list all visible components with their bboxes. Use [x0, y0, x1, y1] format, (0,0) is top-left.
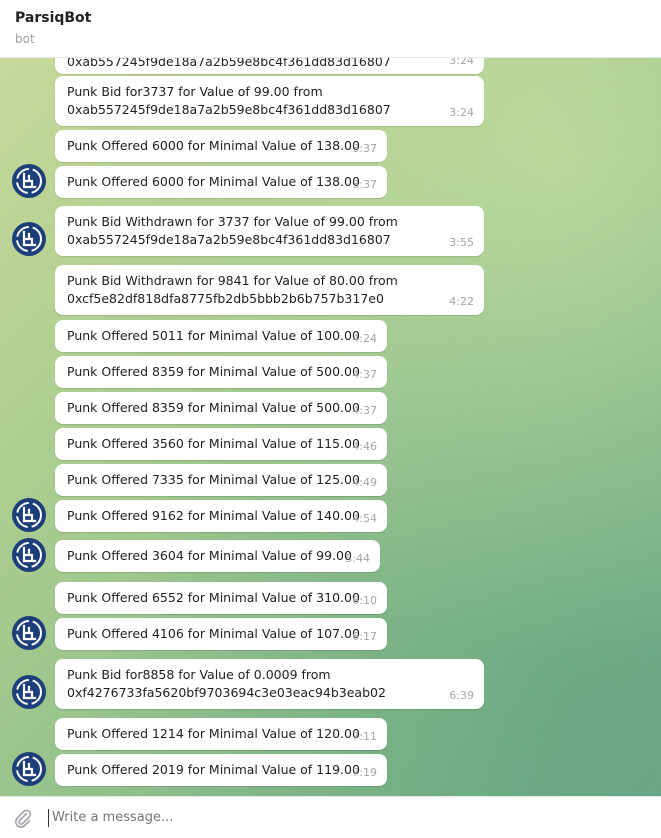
- message-text: 0xab557245f9de18a7a2b59e8bc4f361dd83d168…: [67, 58, 391, 71]
- message-time: 6:39: [449, 689, 474, 702]
- bot-avatar[interactable]: [12, 616, 46, 650]
- message-line: Punk Bid Withdrawn for 3737 for Value of…: [67, 214, 398, 229]
- message-bubble[interactable]: Punk Bid Withdrawn for 3737 for Value of…: [55, 206, 484, 256]
- message-time: 3:24: [449, 58, 474, 67]
- message-time: 4:22: [449, 295, 474, 308]
- message-line: Punk Offered 1214 for Minimal Value of 1…: [67, 726, 360, 741]
- message-time: 6:17: [352, 630, 377, 643]
- message-line: Punk Offered 8359 for Minimal Value of 5…: [67, 364, 360, 379]
- message-text: Punk Offered 4106 for Minimal Value of 1…: [67, 625, 360, 643]
- message-bubble[interactable]: Punk Offered 1214 for Minimal Value of 1…: [55, 718, 387, 750]
- message-time: 4:37: [352, 368, 377, 381]
- bot-avatar[interactable]: [12, 164, 46, 198]
- message-line: 0xab557245f9de18a7a2b59e8bc4f361dd83d168…: [67, 102, 391, 117]
- message-line: Punk Offered 3560 for Minimal Value of 1…: [67, 436, 360, 451]
- parsiq-logo-icon: [16, 542, 42, 568]
- message-text: Punk Offered 8359 for Minimal Value of 5…: [67, 399, 360, 417]
- message-bubble[interactable]: Punk Offered 3560 for Minimal Value of 1…: [55, 428, 387, 460]
- message-time: 7:19: [352, 766, 377, 779]
- message-time: 5:44: [345, 552, 370, 565]
- message-line: Punk Offered 2019 for Minimal Value of 1…: [67, 762, 360, 777]
- parsiq-logo-icon: [16, 620, 42, 646]
- message-text: Punk Bid Withdrawn for 9841 for Value of…: [67, 272, 398, 308]
- message-bubble[interactable]: Punk Offered 8359 for Minimal Value of 5…: [55, 356, 387, 388]
- message-time: 4:49: [352, 476, 377, 489]
- message-time: 4:46: [352, 440, 377, 453]
- message-text: Punk Offered 5011 for Minimal Value of 1…: [67, 327, 360, 345]
- bot-avatar[interactable]: [12, 752, 46, 786]
- message-time: 3:24: [449, 106, 474, 119]
- message-bubble[interactable]: Punk Bid Withdrawn for 9841 for Value of…: [55, 265, 484, 315]
- message-line: 0xab557245f9de18a7a2b59e8bc4f361dd83d168…: [67, 58, 391, 69]
- message-time: 3:55: [449, 236, 474, 249]
- message-time: 4:24: [352, 332, 377, 345]
- message-text: Punk Offered 6000 for Minimal Value of 1…: [67, 173, 360, 191]
- bot-avatar[interactable]: [12, 498, 46, 532]
- message-bubble[interactable]: Punk Offered 7335 for Minimal Value of 1…: [55, 464, 387, 496]
- message-bubble[interactable]: Punk Offered 8359 for Minimal Value of 5…: [55, 392, 387, 424]
- chat-header: ParsiqBot bot: [0, 0, 661, 58]
- parsiq-logo-icon: [16, 226, 42, 252]
- message-line: 0xf4276733fa5620bf9703694c3e03eac94b3eab…: [67, 685, 386, 700]
- message-time: 4:37: [352, 404, 377, 417]
- message-line: Punk Offered 6000 for Minimal Value of 1…: [67, 174, 360, 189]
- message-line: Punk Offered 3604 for Minimal Value of 9…: [67, 548, 352, 563]
- message-time: 3:37: [352, 142, 377, 155]
- message-line: Punk Offered 9162 for Minimal Value of 1…: [67, 508, 360, 523]
- message-list[interactable]: 0xab557245f9de18a7a2b59e8bc4f361dd83d168…: [0, 58, 661, 796]
- parsiq-logo-icon: [16, 679, 42, 705]
- message-text: Punk Offered 1214 for Minimal Value of 1…: [67, 725, 360, 743]
- parsiq-logo-icon: [16, 502, 42, 528]
- message-line: 0xcf5e82df818dfa8775fb2db5bbb2b6b757b317…: [67, 291, 384, 306]
- message-line: 0xab557245f9de18a7a2b59e8bc4f361dd83d168…: [67, 232, 391, 247]
- message-text: Punk Offered 8359 for Minimal Value of 5…: [67, 363, 360, 381]
- message-bubble[interactable]: 0xab557245f9de18a7a2b59e8bc4f361dd83d168…: [55, 58, 484, 74]
- message-text: Punk Bid for8858 for Value of 0.0009 fro…: [67, 666, 386, 702]
- message-line: Punk Offered 5011 for Minimal Value of 1…: [67, 328, 360, 343]
- message-line: Punk Bid for8858 for Value of 0.0009 fro…: [67, 667, 331, 682]
- message-line: Punk Offered 6000 for Minimal Value of 1…: [67, 138, 360, 153]
- message-line: Punk Offered 7335 for Minimal Value of 1…: [67, 472, 360, 487]
- message-bubble[interactable]: Punk Offered 6000 for Minimal Value of 1…: [55, 166, 387, 198]
- message-time: 4:54: [352, 512, 377, 525]
- bot-avatar[interactable]: [12, 675, 46, 709]
- text-caret: [48, 809, 49, 827]
- message-composer: [0, 796, 661, 838]
- message-text: Punk Offered 6552 for Minimal Value of 3…: [67, 589, 360, 607]
- parsiq-logo-icon: [16, 168, 42, 194]
- message-line: Punk Offered 8359 for Minimal Value of 5…: [67, 400, 360, 415]
- message-bubble[interactable]: Punk Offered 2019 for Minimal Value of 1…: [55, 754, 387, 786]
- message-bubble[interactable]: Punk Offered 4106 for Minimal Value of 1…: [55, 618, 387, 650]
- message-text: Punk Offered 7335 for Minimal Value of 1…: [67, 471, 360, 489]
- message-text: Punk Offered 3604 for Minimal Value of 9…: [67, 547, 352, 565]
- chat-title[interactable]: ParsiqBot: [15, 10, 91, 26]
- message-text: Punk Offered 9162 for Minimal Value of 1…: [67, 507, 360, 525]
- message-bubble[interactable]: Punk Offered 3604 for Minimal Value of 9…: [55, 540, 380, 572]
- bot-avatar[interactable]: [12, 222, 46, 256]
- message-bubble[interactable]: Punk Offered 9162 for Minimal Value of 1…: [55, 500, 387, 532]
- bot-avatar[interactable]: [12, 538, 46, 572]
- message-line: Punk Offered 6552 for Minimal Value of 3…: [67, 590, 360, 605]
- message-bubble[interactable]: Punk Bid for3737 for Value of 99.00 from…: [55, 76, 484, 126]
- message-time: 7:11: [352, 730, 377, 743]
- chat-subtitle: bot: [15, 32, 35, 46]
- message-text: Punk Offered 2019 for Minimal Value of 1…: [67, 761, 360, 779]
- message-line: Punk Bid for3737 for Value of 99.00 from: [67, 84, 323, 99]
- message-bubble[interactable]: Punk Offered 6000 for Minimal Value of 1…: [55, 130, 387, 162]
- message-bubble[interactable]: Punk Offered 5011 for Minimal Value of 1…: [55, 320, 387, 352]
- message-text: Punk Offered 3560 for Minimal Value of 1…: [67, 435, 360, 453]
- message-text: Punk Bid Withdrawn for 3737 for Value of…: [67, 213, 398, 249]
- message-line: Punk Offered 4106 for Minimal Value of 1…: [67, 626, 360, 641]
- message-text: Punk Offered 6000 for Minimal Value of 1…: [67, 137, 360, 155]
- message-line: Punk Bid Withdrawn for 9841 for Value of…: [67, 273, 398, 288]
- message-time: 6:10: [352, 594, 377, 607]
- message-input[interactable]: [52, 810, 612, 825]
- message-bubble[interactable]: Punk Bid for8858 for Value of 0.0009 fro…: [55, 659, 484, 709]
- message-bubble[interactable]: Punk Offered 6552 for Minimal Value of 3…: [55, 582, 387, 614]
- message-text: Punk Bid for3737 for Value of 99.00 from…: [67, 83, 391, 119]
- parsiq-logo-icon: [16, 756, 42, 782]
- message-time: 3:37: [352, 178, 377, 191]
- paperclip-icon[interactable]: [12, 807, 34, 833]
